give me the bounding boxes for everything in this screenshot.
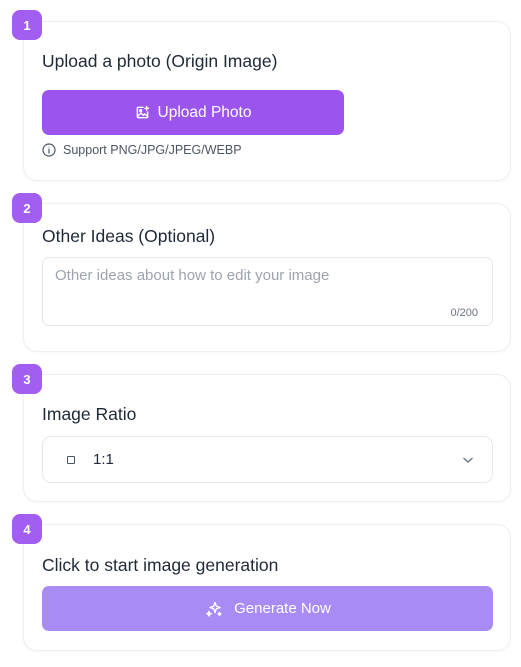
- ratio-title: Image Ratio: [42, 404, 137, 424]
- upload-photo-button[interactable]: Upload Photo: [42, 90, 344, 135]
- image-plus-icon: [135, 105, 150, 120]
- info-icon: [42, 143, 56, 157]
- ratio-select[interactable]: 1:1: [42, 436, 493, 483]
- square-icon: [67, 456, 75, 464]
- step-badge-2: 2: [12, 193, 42, 223]
- ideas-textarea[interactable]: [43, 258, 492, 325]
- step-badge-4: 4: [12, 514, 42, 544]
- ideas-title: Other Ideas (Optional): [42, 226, 216, 246]
- chevron-down-icon: [462, 454, 474, 466]
- supported-formats: Support PNG/JPG/JPEG/WEBP: [42, 143, 242, 157]
- step-badge-1: 1: [12, 10, 42, 40]
- supported-formats-text: Support PNG/JPG/JPEG/WEBP: [63, 143, 242, 157]
- generate-now-label: Generate Now: [234, 600, 331, 617]
- upload-title: Upload a photo (Origin Image): [42, 51, 278, 71]
- generate-title: Click to start image generation: [42, 555, 279, 575]
- sparkles-icon: [204, 599, 224, 619]
- ratio-selected-value: 1:1: [93, 451, 114, 468]
- ideas-textarea-container: 0/200: [42, 257, 493, 326]
- step-badge-3: 3: [12, 364, 42, 394]
- upload-photo-label: Upload Photo: [157, 103, 252, 121]
- generate-now-button[interactable]: Generate Now: [42, 586, 493, 631]
- character-counter: 0/200: [450, 307, 478, 319]
